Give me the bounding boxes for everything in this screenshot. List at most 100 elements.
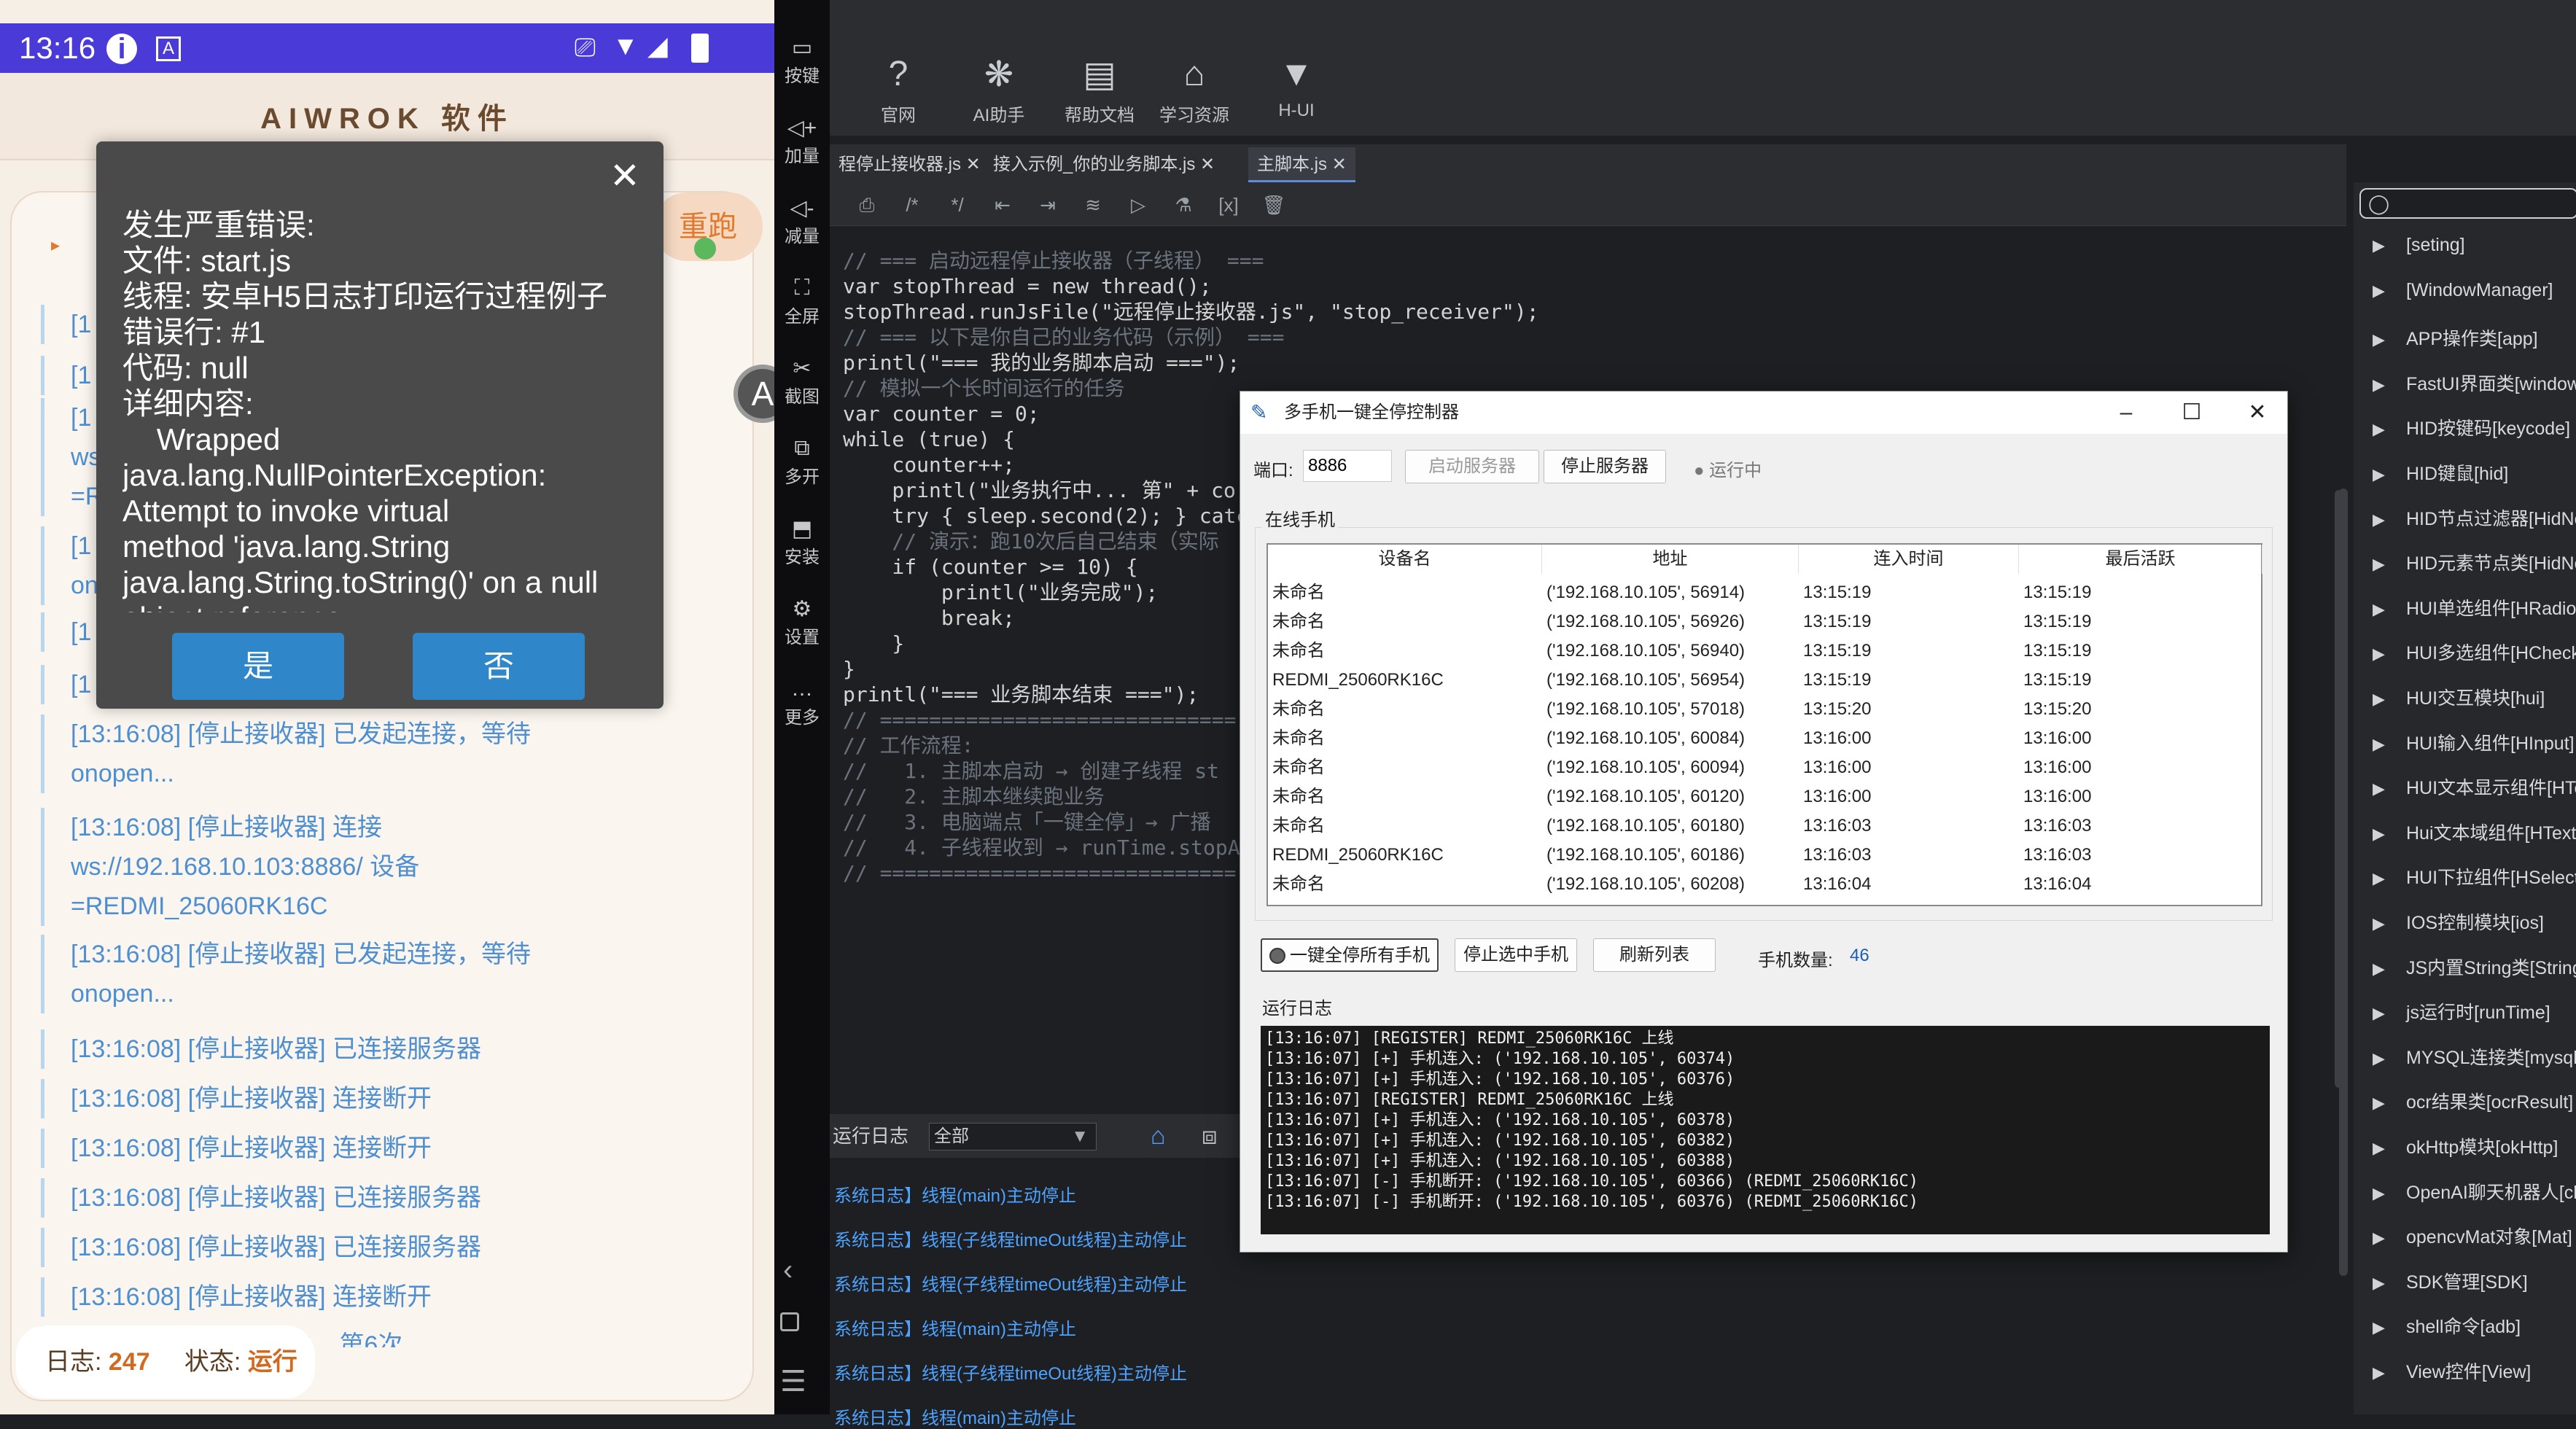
table-row[interactable]: 未命名 ('192.168.10.105', 56940) 13:15:19 13:1…: [1268, 636, 2261, 666]
strip-item[interactable]: ◁- 减量: [774, 195, 830, 247]
table-row[interactable]: REDMI_25060RK16C ('192.168.10.105', 56954…: [1268, 666, 2261, 695]
close-button[interactable]: ✕: [2225, 392, 2290, 434]
api-tree-label: MYSQL连接类[mysql]: [2406, 1047, 2576, 1068]
api-tree-label: HID元素节点类[HidNode]: [2406, 553, 2576, 575]
editor-tab[interactable]: 程停止接收器.js ✕: [830, 147, 989, 182]
outdent-icon[interactable]: ⇥: [1031, 188, 1065, 222]
expand-arrow-icon: ▶: [2373, 690, 2385, 708]
api-tree-item[interactable]: ▶ [seting]: [2373, 235, 2576, 264]
api-tree-item[interactable]: ▶ JS内置String类[String]: [2373, 954, 2576, 983]
ribbon-icon: ❋: [984, 55, 1014, 94]
comment-icon[interactable]: /*: [895, 188, 929, 222]
api-search-input[interactable]: ◯: [2359, 188, 2576, 219]
ribbon-button[interactable]: ▼ H-UI: [1238, 54, 1355, 121]
stop-all-button[interactable]: 一键全停所有手机: [1261, 938, 1439, 972]
stop-server-button[interactable]: 停止服务器: [1544, 450, 1666, 483]
editor-tab[interactable]: 接入示例_你的业务脚本.js ✕: [984, 147, 1223, 182]
api-tree-item[interactable]: ▶ APP操作类[app]: [2373, 324, 2576, 354]
nav-back-icon[interactable]: ‹: [783, 1254, 793, 1287]
table-row[interactable]: 未命名 ('192.168.10.105', 56926) 13:15:19 13:1…: [1268, 607, 2261, 636]
uncomment-icon[interactable]: */: [941, 188, 974, 222]
print-icon[interactable]: ⎙: [850, 188, 884, 222]
table-row[interactable]: 未命名 ('192.168.10.105', 60094) 13:16:00 13:1…: [1268, 753, 2261, 782]
table-cell: 13:16:03: [1803, 845, 1872, 865]
table-row[interactable]: 未命名 ('192.168.10.105', 60208) 13:16:04 13:1…: [1268, 870, 2261, 899]
stop-selected-button[interactable]: 停止选中手机: [1455, 938, 1577, 972]
strip-item[interactable]: ▭ 按键: [774, 35, 830, 87]
strip-icon: ✂: [793, 357, 812, 381]
table-row[interactable]: REDMI_25060RK16C ('192.168.10.105', 60186…: [1268, 841, 2261, 870]
ribbon-label: 学习资源: [1159, 106, 1229, 125]
port-input[interactable]: [1303, 450, 1392, 482]
api-tree-item[interactable]: ▶ [WindowManager]: [2373, 280, 2576, 309]
api-tree-item[interactable]: ▶ HUI输入组件[HInput]: [2373, 729, 2576, 758]
strip-item[interactable]: … 更多: [774, 677, 830, 728]
api-tree-item[interactable]: ▶ HUI交互模块[hui]: [2373, 684, 2576, 713]
run-log-filter-select[interactable]: 全部 ▼: [929, 1123, 1097, 1150]
api-tree-item[interactable]: ▶ opencvMat对象[Mat]: [2373, 1223, 2576, 1252]
nav-menu-icon[interactable]: ☰: [780, 1365, 806, 1398]
api-tree-item[interactable]: ▶ shell命令[adb]: [2373, 1312, 2576, 1342]
table-header[interactable]: 连入时间: [1799, 545, 2019, 574]
api-tree-item[interactable]: ▶ HUI多选组件[HCheck]: [2373, 639, 2576, 668]
api-tree-item[interactable]: ▶ ocr结果类[ocrResult]: [2373, 1088, 2576, 1117]
api-tree-item[interactable]: ▶ HUI单选组件[HRadio]: [2373, 594, 2576, 623]
ribbon-label: H-UI: [1278, 101, 1315, 120]
yes-button[interactable]: 是: [172, 633, 344, 700]
ribbon-button[interactable]: ⌂ 学习资源: [1136, 54, 1253, 126]
start-server-button[interactable]: 启动服务器: [1405, 450, 1539, 483]
no-button[interactable]: 否: [413, 633, 585, 700]
screenshot-icon[interactable]: ⧈: [1202, 1114, 1218, 1158]
format-icon[interactable]: ≋: [1076, 188, 1110, 222]
table-row[interactable]: 未命名 ('192.168.10.105', 60120) 13:16:00 13:1…: [1268, 782, 2261, 811]
api-tree-item[interactable]: ▶ FastUI界面类[window]: [2373, 370, 2576, 399]
api-tree-item[interactable]: ▶ View控件[View]: [2373, 1358, 2576, 1387]
strip-item[interactable]: ◁+ 加量: [774, 115, 830, 167]
api-tree-item[interactable]: ▶ OpenAI聊天机器人[chat]: [2373, 1178, 2576, 1207]
api-tree-item[interactable]: ▶ SDK管理[SDK]: [2373, 1268, 2576, 1297]
api-tree-item[interactable]: ▶ js运行时[runTime]: [2373, 998, 2576, 1027]
api-tree-item[interactable]: ▶ HUI下拉组件[HSelect]: [2373, 863, 2576, 892]
strip-item[interactable]: ⛶ 全屏: [774, 276, 830, 327]
table-header[interactable]: 最后活跃: [2019, 545, 2262, 574]
editor-tab[interactable]: 主脚本.js ✕: [1248, 147, 1355, 182]
device-table[interactable]: 设备名 地址 连入时间 最后活跃未命名 ('192.168.10.105', 56914…: [1266, 543, 2262, 906]
log-line: [13:16:08] [停止接收器] 已发起连接，等待 onopen...: [41, 935, 726, 1013]
table-header[interactable]: 设备名: [1268, 545, 1542, 574]
table-row[interactable]: 未命名 ('192.168.10.105', 57018) 13:15:20 13:1…: [1268, 695, 2261, 724]
indent-icon[interactable]: ⇤: [986, 188, 1019, 222]
delete-icon[interactable]: 🗑: [1257, 188, 1291, 222]
phone-screen: 13:16 i A ⎚ ▼ ◢ AIWROK 软件 重跑 ▸ [1 [1 [1 ws…: [0, 0, 774, 1414]
api-tree-label: HUI文本显示组件[HText]: [2406, 778, 2576, 799]
table-row[interactable]: 未命名 ('192.168.10.105', 60180) 13:16:03 13:1…: [1268, 811, 2261, 841]
api-tree-item[interactable]: ▶ HUI文本显示组件[HText]: [2373, 774, 2576, 803]
api-tree-item[interactable]: ▶ HID节点过滤器[HidNode]: [2373, 505, 2576, 534]
minimize-button[interactable]: –: [2093, 392, 2159, 434]
api-tree-item[interactable]: ▶ HID元素节点类[HidNode]: [2373, 549, 2576, 578]
api-tree-item[interactable]: ▶ HID按键码[keycode]: [2373, 414, 2576, 443]
ribbon-button[interactable]: ❋ AI助手: [941, 54, 1057, 126]
strip-item[interactable]: ⧉ 多开: [774, 436, 830, 488]
api-tree-item[interactable]: ▶ Hui文本域组件[HTextArea]: [2373, 819, 2576, 848]
ribbon-icon: ▼: [1279, 55, 1314, 93]
api-tree-item[interactable]: ▶ MYSQL连接类[mysql]: [2373, 1043, 2576, 1072]
maximize-button[interactable]: ☐: [2159, 392, 2225, 434]
panel-scrollbar[interactable]: [2339, 488, 2348, 1276]
table-header[interactable]: 地址: [1542, 545, 1799, 574]
table-row[interactable]: 未命名 ('192.168.10.105', 60084) 13:16:00 13:1…: [1268, 724, 2261, 753]
clean-icon[interactable]: ⌂: [1151, 1114, 1166, 1158]
dialog-close-button[interactable]: ✕: [599, 150, 650, 201]
strip-item[interactable]: ⚙ 设置: [774, 596, 830, 648]
run-icon[interactable]: ▷: [1121, 188, 1155, 222]
table-row[interactable]: 未命名 ('192.168.10.105', 56914) 13:15:19 13:1…: [1268, 578, 2261, 607]
api-tree-item[interactable]: ▶ HID键鼠[hid]: [2373, 459, 2576, 488]
ribbon-button[interactable]: ? 官网: [840, 54, 957, 126]
strip-item[interactable]: ✂ 截图: [774, 356, 830, 408]
api-tree-item[interactable]: ▶ IOS控制模块[ios]: [2373, 908, 2576, 938]
refresh-button[interactable]: 刷新列表: [1593, 938, 1716, 972]
nav-home-icon[interactable]: [780, 1312, 799, 1331]
variable-icon[interactable]: [x]: [1212, 188, 1245, 222]
debug-icon[interactable]: ⚗: [1167, 188, 1200, 222]
api-tree-item[interactable]: ▶ okHttp模块[okHttp]: [2373, 1133, 2576, 1162]
strip-item[interactable]: ⬒ 安装: [774, 516, 830, 568]
